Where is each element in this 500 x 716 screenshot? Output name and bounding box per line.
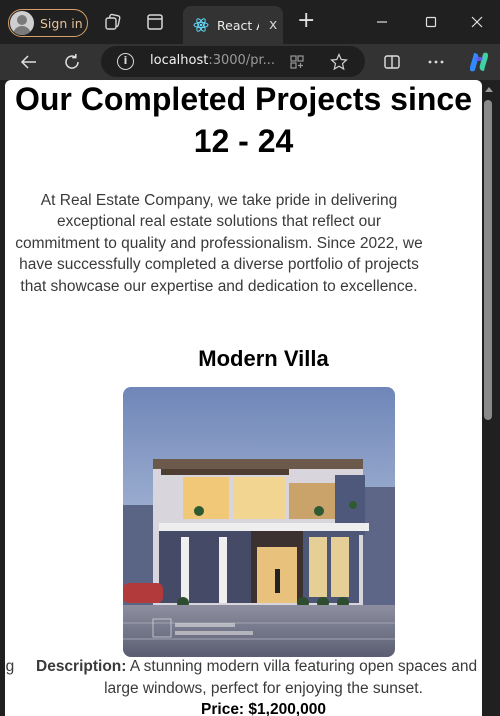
sign-in-label: Sign in <box>40 15 83 31</box>
app-available-icon[interactable] <box>289 54 305 70</box>
address-bar[interactable]: i localhost:3000/pr... <box>101 46 365 77</box>
url-text: localhost:3000/pr... <box>150 53 275 68</box>
url-path: :3000/pr... <box>208 53 276 68</box>
description-line-2: large windows, perfect for enjoying the … <box>104 680 423 697</box>
tab-close-icon[interactable]: x <box>269 17 277 33</box>
villa-photo <box>123 387 395 657</box>
workspaces-icon[interactable] <box>104 13 122 31</box>
intro-paragraph: At Real Estate Company, we take pride in… <box>15 192 423 295</box>
profile-avatar-icon <box>10 11 34 35</box>
project-price: Price: $1,200,000 <box>201 701 326 716</box>
tab-strip: Sign in React A x + <box>0 0 500 44</box>
url-host: localhost <box>150 53 209 68</box>
new-tab-button[interactable]: + <box>297 10 315 32</box>
tab-react-app[interactable]: React A x <box>183 6 283 44</box>
project-image <box>123 387 395 657</box>
project-description: ng Description: A stunning modern villa … <box>5 658 482 680</box>
react-favicon-icon <box>193 18 209 32</box>
vertical-tabs-icon[interactable] <box>146 13 164 31</box>
split-screen-icon[interactable] <box>382 52 402 72</box>
browser-toolbar: i localhost:3000/pr... <box>0 44 500 80</box>
browser-window: Sign in React A x + <box>0 0 500 716</box>
tab-title: React A <box>217 17 259 33</box>
scrollbar-thumb[interactable] <box>484 100 492 420</box>
close-window-icon[interactable] <box>467 12 487 32</box>
page-viewport: Our Completed Projects since 12 - 24 At … <box>5 80 482 716</box>
page-title: Our Completed Projects since 12 - 24 <box>14 81 472 159</box>
refresh-icon[interactable] <box>62 52 82 72</box>
description-label: Description: <box>36 658 127 675</box>
description-line-1: A stunning modern villa featuring open s… <box>126 658 478 675</box>
site-info-icon[interactable]: i <box>117 53 134 70</box>
project-title: Modern Villa <box>198 346 329 371</box>
description-overflow-fragment: ng <box>5 658 15 675</box>
back-arrow-icon[interactable] <box>19 52 39 72</box>
favorite-star-icon[interactable] <box>330 53 348 71</box>
page-scrollbar[interactable] <box>482 80 495 716</box>
minimize-icon[interactable] <box>372 12 392 32</box>
more-options-icon[interactable] <box>426 52 446 72</box>
scroll-up-arrow-icon[interactable] <box>485 87 493 92</box>
copilot-icon[interactable] <box>467 50 491 74</box>
sign-in-button[interactable]: Sign in <box>8 9 88 37</box>
maximize-icon[interactable] <box>421 12 441 32</box>
